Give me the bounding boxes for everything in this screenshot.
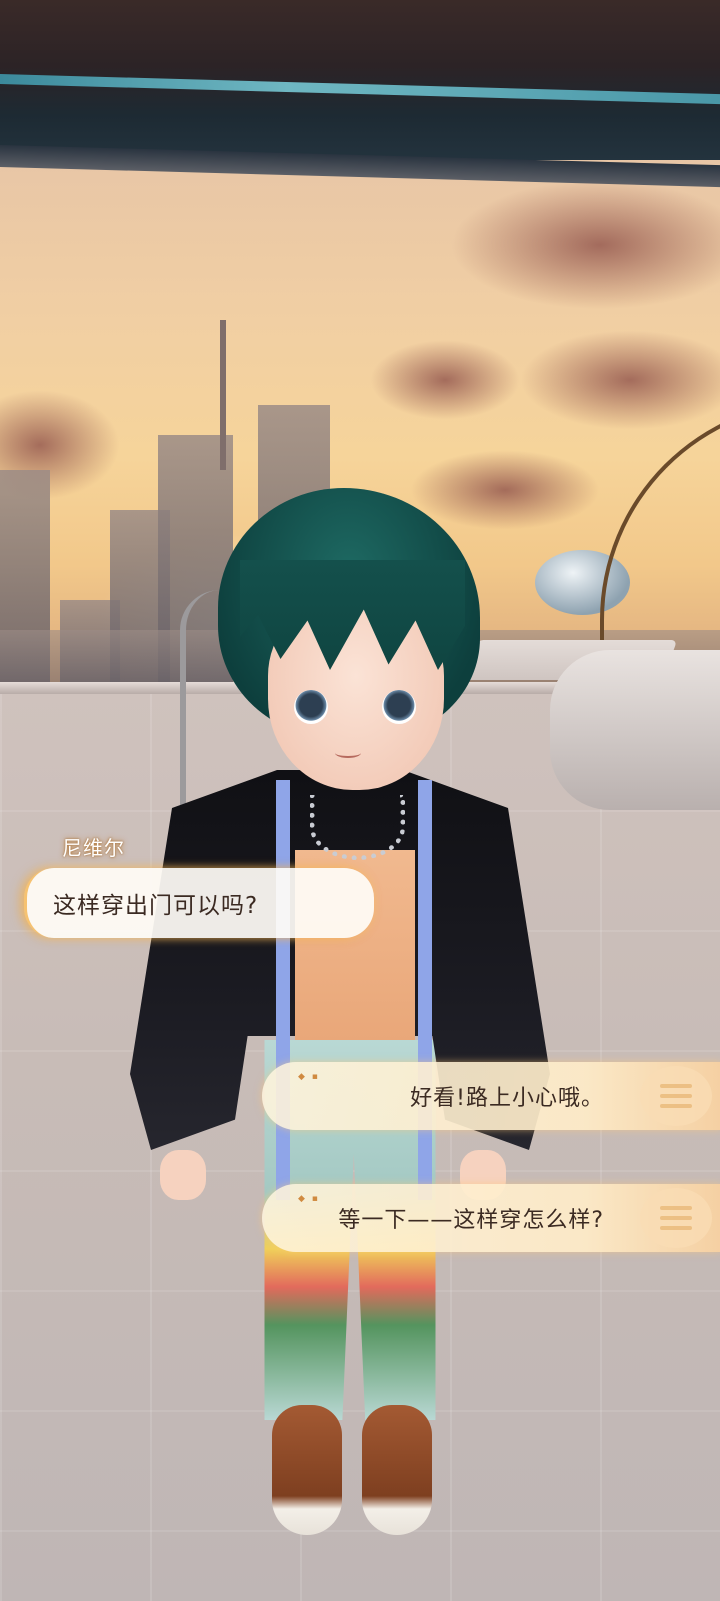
jacket-trim xyxy=(418,780,432,1200)
option-marker: ◆ ▪ xyxy=(298,1194,320,1204)
character-mouth xyxy=(335,748,361,758)
character-necklace xyxy=(310,795,405,860)
dialogue-option-2[interactable]: ◆ ▪ 等一下——这样穿怎么样? xyxy=(262,1184,720,1252)
option-text: 等一下——这样穿怎么样? xyxy=(338,1208,604,1233)
speech-bubble: 这样穿出门可以吗? xyxy=(24,868,374,938)
character-eye-right xyxy=(382,690,416,724)
chat-bubble-icon xyxy=(640,1066,712,1126)
character-shoe-right xyxy=(362,1405,432,1535)
jacket-trim xyxy=(276,780,290,1200)
option-marker: ◆ ▪ xyxy=(298,1072,320,1082)
character[interactable] xyxy=(0,0,720,1601)
speaker-name: 尼维尔 xyxy=(62,836,125,860)
character-hand-left xyxy=(160,1150,206,1200)
speech-text: 这样穿出门可以吗? xyxy=(53,893,259,919)
option-text: 好看!路上小心哦。 xyxy=(410,1086,604,1111)
character-eye-left xyxy=(294,690,328,724)
game-scene: 尼维尔 这样穿出门可以吗? ◆ ▪ 好看!路上小心哦。 ◆ ▪ 等一下——这样穿… xyxy=(0,0,720,1601)
chat-bubble-icon xyxy=(640,1188,712,1248)
character-shoe-left xyxy=(272,1405,342,1535)
dialogue-option-1[interactable]: ◆ ▪ 好看!路上小心哦。 xyxy=(262,1062,720,1130)
